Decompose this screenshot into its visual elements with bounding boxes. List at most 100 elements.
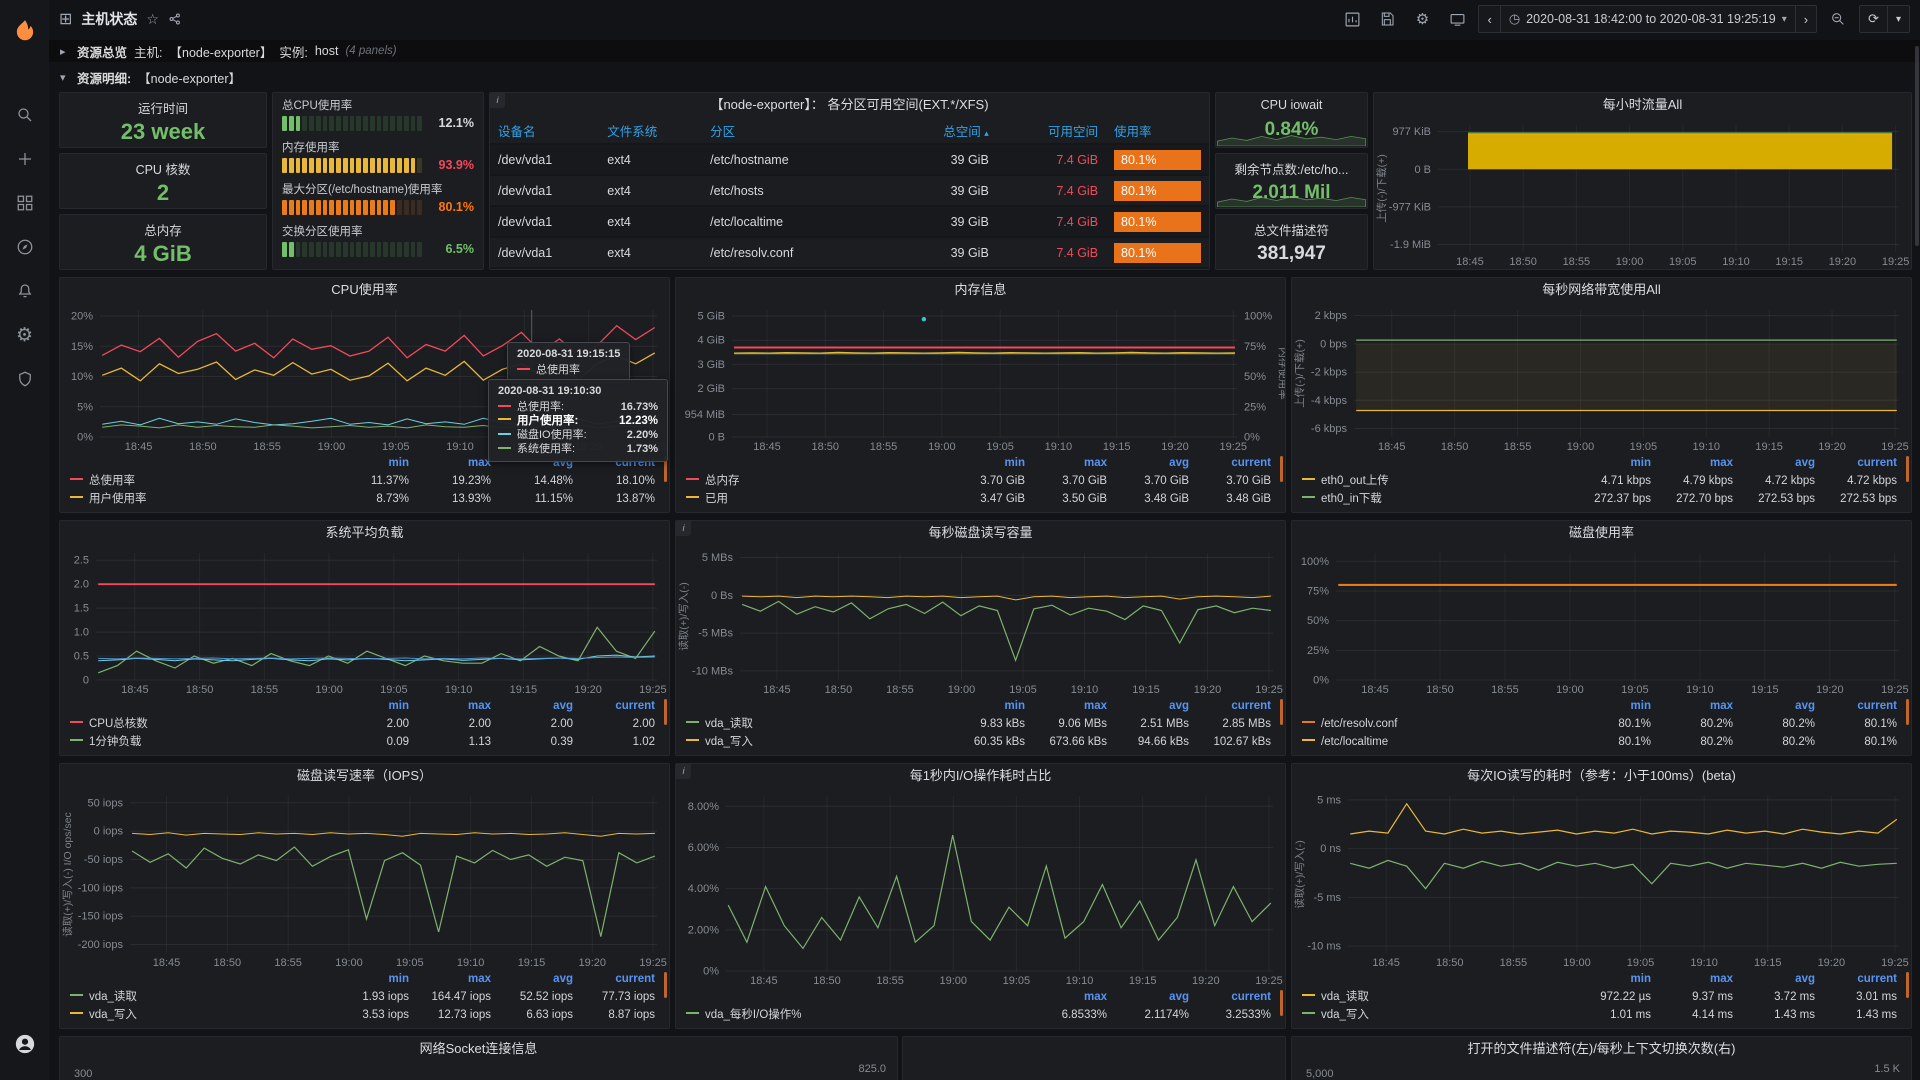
legend-series-name[interactable]: eth0_out上传 xyxy=(1302,472,1569,490)
legend-row: eth0_out上传 4.71 kbps4.79 kbps4.72 kbps4.… xyxy=(1302,472,1897,490)
panel-info-icon[interactable]: i xyxy=(676,764,691,779)
refresh-button[interactable]: ⟳ xyxy=(1860,6,1888,32)
panel-title[interactable]: 磁盘读写速率（IOPS） xyxy=(60,764,669,788)
panel-diskusage: 磁盘使用率 0%25%50%75%100%18:4518:5018:5519:0… xyxy=(1291,520,1912,756)
legend-series-name[interactable]: vda_写入 xyxy=(70,1006,327,1024)
legend-series-name[interactable]: vda_读取 xyxy=(70,988,327,1006)
legend-value: 4.14 ms xyxy=(1651,1006,1733,1024)
add-panel-button[interactable] xyxy=(1338,6,1366,32)
panel-info-icon[interactable]: i xyxy=(490,93,505,108)
legend-row: eth0_in下载 272.37 bps272.70 bps272.53 bps… xyxy=(1302,490,1897,508)
legend-scrollbar[interactable] xyxy=(1906,699,1909,725)
column-header[interactable]: 可用空间 xyxy=(997,117,1106,144)
legend-series-name[interactable]: eth0_in下载 xyxy=(1302,490,1569,508)
refresh-interval-dropdown[interactable]: ▾ xyxy=(1888,6,1909,32)
zoom-out-button[interactable] xyxy=(1824,6,1852,32)
legend-value: 9.06 MBs xyxy=(1025,715,1107,733)
svg-text:19:20: 19:20 xyxy=(1161,441,1189,453)
panel-title[interactable]: 每秒网络带宽使用All xyxy=(1292,278,1911,302)
chart-plot: 300 825.0 xyxy=(60,1061,897,1080)
svg-text:19:25: 19:25 xyxy=(1220,441,1248,453)
column-header[interactable]: 文件系统 xyxy=(599,117,702,144)
svg-text:19:05: 19:05 xyxy=(1621,684,1649,696)
svg-text:0%: 0% xyxy=(77,432,93,444)
time-back-button[interactable]: ‹ xyxy=(1479,6,1500,32)
legend-series-name[interactable]: 已用 xyxy=(686,490,943,508)
create-plus-icon[interactable] xyxy=(0,137,49,181)
legend-value: 80.2% xyxy=(1733,715,1815,733)
panel-title[interactable]: 打开的文件描述符(左)/每秒上下文切换次数(右) xyxy=(1292,1037,1911,1061)
legend-series-name[interactable]: 总使用率 xyxy=(70,472,327,490)
time-range-text: 2020-08-31 18:42:00 to 2020-08-31 19:25:… xyxy=(1526,12,1776,26)
grafana-logo[interactable] xyxy=(0,9,49,53)
search-icon[interactable] xyxy=(0,93,49,137)
user-avatar[interactable] xyxy=(0,1022,49,1066)
column-header[interactable]: 使用率 xyxy=(1106,117,1209,144)
svg-text:19:20: 19:20 xyxy=(1818,441,1846,453)
panel-cpu: CPU使用率 0%5%10%15%20%18:4518:5018:5519:00… xyxy=(59,277,670,513)
legend-series-name[interactable]: vda_读取 xyxy=(686,715,943,733)
panel-title[interactable]: 每小时流量All xyxy=(1374,93,1911,117)
panel-title[interactable]: 内存信息 xyxy=(676,278,1285,302)
legend-scrollbar[interactable] xyxy=(1906,456,1909,482)
legend-series-name[interactable]: /etc/resolv.conf xyxy=(1302,715,1569,733)
legend-series-name[interactable]: 1分钟负载 xyxy=(70,733,327,751)
dashboard-settings-button[interactable]: ⚙ xyxy=(1408,6,1436,32)
row-header-detail[interactable]: ▾ 资源明细: 【node-exporter】 xyxy=(49,66,1920,88)
svg-text:18:45: 18:45 xyxy=(1361,684,1389,696)
legend-series-name[interactable]: vda_写入 xyxy=(1302,1006,1569,1024)
gauge-value: 12.1% xyxy=(428,116,474,130)
svg-text:19:05: 19:05 xyxy=(1009,684,1037,696)
column-header[interactable]: 分区 xyxy=(702,117,887,144)
panel-title[interactable]: 磁盘使用率 xyxy=(1292,521,1911,545)
time-range-picker[interactable]: ◷ 2020-08-31 18:42:00 to 2020-08-31 19:2… xyxy=(1501,6,1796,32)
server-admin-shield-icon[interactable] xyxy=(0,357,49,401)
legend-series-name[interactable]: 用户使用率 xyxy=(70,490,327,508)
panel-mem: 内存信息 0 B954 MiB2 GiB3 GiB4 GiB5 GiB0%25%… xyxy=(675,277,1286,513)
dashboard-grid-icon[interactable]: ⊞ xyxy=(59,9,72,29)
save-dashboard-button[interactable] xyxy=(1373,6,1401,32)
tooltip-time: 2020-08-31 19:10:30 xyxy=(498,385,658,397)
cycle-view-mode-button[interactable] xyxy=(1443,6,1471,32)
time-forward-button[interactable]: › xyxy=(1796,6,1816,32)
explore-compass-icon[interactable] xyxy=(0,225,49,269)
chart-legend: minmaxavgcurrent 总使用率 11.37%19.23%14.48%… xyxy=(60,454,669,512)
legend-series-name[interactable]: /etc/localtime xyxy=(1302,733,1569,751)
legend-series-name[interactable]: vda_读取 xyxy=(1302,988,1569,1006)
legend-scrollbar[interactable] xyxy=(1906,972,1909,998)
svg-text:18:55: 18:55 xyxy=(274,957,302,969)
panel-title[interactable]: 每秒磁盘读写容量 xyxy=(676,521,1285,545)
legend-series-name[interactable]: vda_每秒I/O操作% xyxy=(686,1006,1025,1024)
legend-series-name[interactable]: 总内存 xyxy=(686,472,943,490)
panel-info-icon[interactable]: i xyxy=(676,521,691,536)
legend-scrollbar[interactable] xyxy=(1280,699,1283,725)
row-detail-value: 【node-exporter】 xyxy=(138,68,241,87)
panel-title[interactable]: 【node-exporter】： 各分区可用空间(EXT.*/XFS) xyxy=(490,93,1209,117)
panel-title[interactable]: 每次IO读写的耗时（参考：小于100ms）(beta) xyxy=(1292,764,1911,788)
legend-scrollbar[interactable] xyxy=(664,699,667,725)
legend-scrollbar[interactable] xyxy=(1280,456,1283,482)
svg-text:18:55: 18:55 xyxy=(870,441,898,453)
legend-series-name[interactable]: CPU总核数 xyxy=(70,715,327,733)
svg-text:19:05: 19:05 xyxy=(382,441,410,453)
legend-scrollbar[interactable] xyxy=(1280,990,1283,1016)
column-header[interactable]: 设备名 xyxy=(490,117,599,144)
configuration-gear-icon[interactable]: ⚙ xyxy=(0,313,49,357)
legend-scrollbar[interactable] xyxy=(664,972,667,998)
row-header-overview[interactable]: ▸ 资源总览 主机: 【node-exporter】 实例: host (4 p… xyxy=(49,40,1920,62)
alerting-bell-icon[interactable] xyxy=(0,269,49,313)
panel-title[interactable]: 系统平均负载 xyxy=(60,521,669,545)
share-icon[interactable] xyxy=(168,12,182,26)
svg-text:0: 0 xyxy=(83,675,89,687)
column-header[interactable]: 总空间 ▴ xyxy=(888,117,997,144)
dashboards-icon[interactable] xyxy=(0,181,49,225)
legend-series-name[interactable]: vda_写入 xyxy=(686,733,943,751)
page-scrollbar[interactable] xyxy=(1915,46,1919,246)
star-icon[interactable]: ☆ xyxy=(146,11,159,28)
panel-title[interactable]: 每1秒内I/O操作耗时占比 xyxy=(676,764,1285,788)
panel-title[interactable]: CPU使用率 xyxy=(60,278,669,302)
tooltip-series-row: 总使用率:16.73% xyxy=(498,400,658,414)
panel-title[interactable]: 网络Socket连接信息 xyxy=(60,1037,897,1061)
svg-text:-1.9 MiB: -1.9 MiB xyxy=(1390,239,1431,251)
panel-socket-info: 网络Socket连接信息 300 825.0 xyxy=(59,1036,898,1080)
